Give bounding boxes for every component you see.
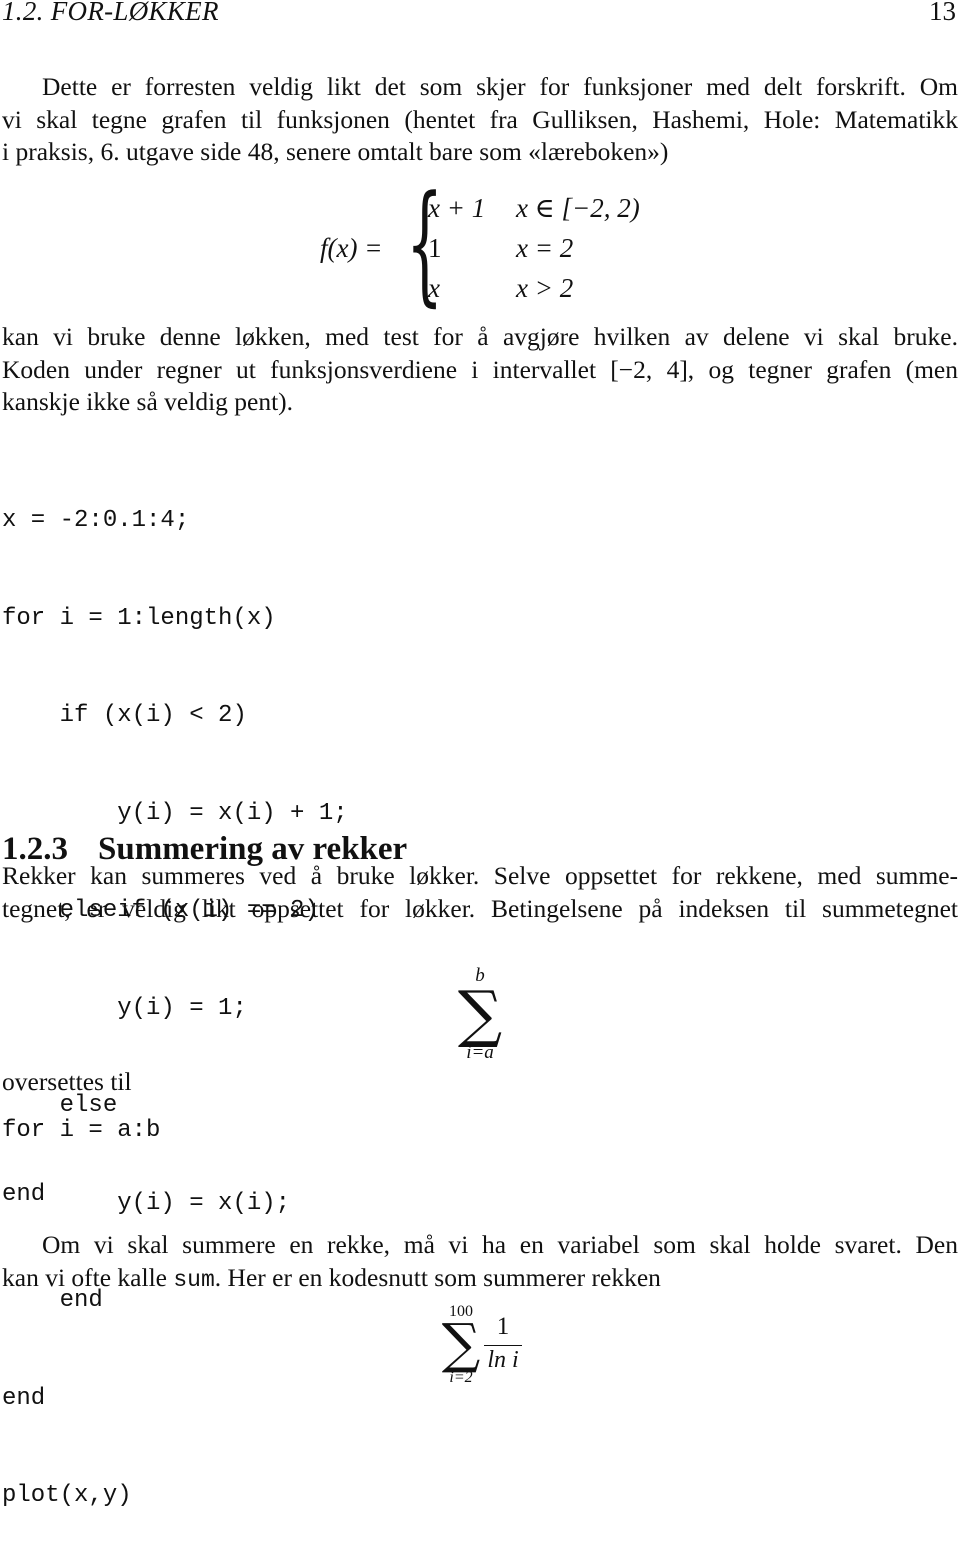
case-expr: x bbox=[428, 273, 440, 303]
paragraph-line: Rekker kan summeres ved å bruke løkker. … bbox=[2, 861, 958, 890]
paragraph-line: tegnet, er veldig likt oppsettet for løk… bbox=[2, 893, 958, 923]
paragraph-line: kanskje ikke så veldig pent). bbox=[2, 387, 294, 416]
code-block-loop: x = -2:0.1:4; for i = 1:length(x) if (x(… bbox=[2, 440, 348, 1545]
piecewise-formula: f(x) = { x + 1 x ∈ [−2, 2) 1 x = 2 x x >… bbox=[320, 178, 680, 310]
running-header-section: 1.2. FOR-LØKKER bbox=[2, 0, 219, 26]
text-segment: kan vi ofte kalle bbox=[2, 1262, 174, 1292]
case-condition: x ∈ [−2, 2) bbox=[516, 193, 640, 223]
sum-lower-limit: i=2 bbox=[449, 1369, 473, 1386]
code-line: for i = 1:length(x) bbox=[2, 604, 276, 632]
code-line: end bbox=[2, 1181, 46, 1208]
case-expr: x + 1 bbox=[428, 193, 486, 223]
code-line: y(i) = 1; bbox=[2, 994, 247, 1022]
paragraph-line: kan vi ofte kalle sum. Her er en kodesnu… bbox=[2, 1262, 958, 1297]
code-line: for i = a:b bbox=[2, 1117, 161, 1144]
summation-paragraph-text: Rekker kan summeres ved å bruke løkker. … bbox=[2, 860, 958, 925]
paragraph-line: i praksis, 6. utgave side 48, senere omt… bbox=[2, 137, 669, 166]
code-line: plot(x,y) bbox=[2, 1482, 132, 1509]
fraction-denominator: ln i bbox=[487, 1347, 519, 1373]
paragraph-line: vi skal tegne grafen til funksjonen (hen… bbox=[2, 104, 958, 134]
page-number: 13 bbox=[929, 0, 956, 26]
paragraph-line: Om vi skal summere en rekke, må vi ha en… bbox=[42, 1230, 958, 1259]
after-formula-paragraph: kan vi bruke denne løkken, med test for … bbox=[2, 321, 958, 419]
code-line: y(i) = x(i); bbox=[2, 1189, 291, 1217]
inline-code-sum: sum bbox=[173, 1266, 215, 1293]
case-condition: x = 2 bbox=[516, 233, 574, 263]
fraction-numerator: 1 bbox=[496, 1313, 510, 1340]
formula-lhs: f(x) = bbox=[320, 233, 383, 263]
final-paragraph: Om vi skal summere en rekke, må vi ha en… bbox=[2, 1229, 958, 1296]
paragraph-line: Koden under regner ut funksjonsverdiene … bbox=[2, 354, 958, 384]
intro-paragraph: Dette er forresten veldig likt det som s… bbox=[2, 71, 958, 169]
fraction-bar bbox=[484, 1345, 522, 1346]
sum-formula-inverse-ln: 100 ∑ i=2 1 ln i bbox=[438, 1303, 538, 1389]
code-line: end bbox=[2, 1384, 46, 1412]
case-expr: 1 bbox=[428, 233, 442, 263]
translates-to-label: oversettes til bbox=[2, 1067, 132, 1096]
code-line: if (x(i) < 2) bbox=[2, 702, 247, 729]
case-condition: x > 2 bbox=[516, 273, 574, 303]
sigma-symbol: ∑ bbox=[441, 1312, 481, 1375]
code-line: x = -2:0.1:4; bbox=[2, 507, 190, 534]
paragraph-line: Dette er forresten veldig likt det som s… bbox=[42, 72, 958, 101]
paragraph-line: kan vi bruke denne løkken, med test for … bbox=[2, 322, 958, 351]
text-segment: . Her er en kodesnutt som summerer rekke… bbox=[214, 1262, 661, 1292]
sum-formula-generic: b ∑ i=a bbox=[450, 965, 510, 1063]
sigma-symbol: ∑ bbox=[457, 977, 503, 1050]
code-line: y(i) = x(i) + 1; bbox=[2, 799, 348, 827]
